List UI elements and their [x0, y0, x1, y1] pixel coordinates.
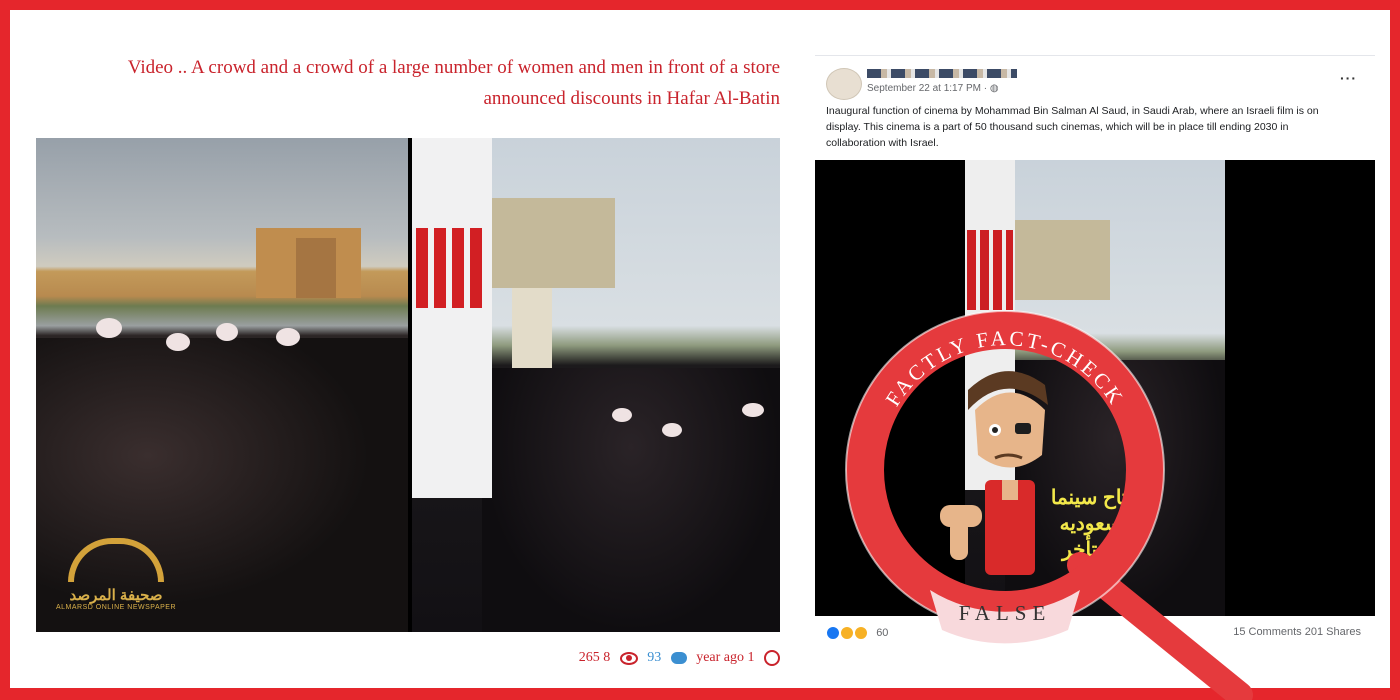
- blurred-author-name[interactable]: [867, 69, 1017, 78]
- clock-icon: [764, 650, 780, 666]
- logo-arc-icon: [68, 538, 164, 582]
- store-sign: [416, 228, 486, 308]
- comment-icon[interactable]: [670, 652, 687, 664]
- crowd: [482, 368, 780, 632]
- video-overlay-line-3: على تأخر: [1062, 539, 1138, 561]
- building-pillar: [480, 198, 615, 288]
- head: [96, 318, 122, 338]
- logo-english-text: ALMARSD ONLINE NEWSPAPER: [56, 604, 177, 611]
- head: [742, 403, 764, 417]
- head: [166, 333, 190, 351]
- comments-count[interactable]: 93: [647, 650, 661, 665]
- avatar[interactable]: [826, 68, 862, 100]
- globe-icon: ◍: [989, 83, 999, 94]
- building-pillar: [1005, 220, 1110, 300]
- post-video[interactable]: افتتاح سينما بالسعوديه على تأخر: [815, 160, 1375, 616]
- like-reaction-icon: [826, 626, 840, 640]
- views-count: 265 8: [578, 650, 611, 666]
- haha-reaction-icon: [840, 626, 855, 640]
- store-wall: [965, 160, 1015, 490]
- sad-reaction-icon: [854, 626, 869, 640]
- post-timestamp-text: September 22 at 1:17 PM ·: [867, 83, 990, 94]
- reaction-count: 60: [876, 626, 889, 639]
- reactions-summary[interactable]: 60: [826, 626, 888, 640]
- article-stats: 265 8 93 year ago 1: [540, 650, 780, 666]
- time-ago: year ago 1: [696, 650, 755, 666]
- article-video[interactable]: صحيفة المرصد ALMARSD ONLINE NEWSPAPER: [36, 138, 780, 632]
- head: [612, 408, 632, 422]
- store-wall: [412, 138, 492, 498]
- post-timestamp[interactable]: September 22 at 1:17 PM · ◍: [867, 83, 999, 94]
- article-title-line-1: Video .. A crowd and a crowd of a large …: [127, 57, 780, 78]
- head: [276, 328, 300, 346]
- head: [662, 423, 682, 437]
- almarsd-logo: صحيفة المرصد ALMARSD ONLINE NEWSPAPER: [56, 538, 176, 618]
- logo-arabic-text: صحيفة المرصد: [69, 587, 163, 604]
- more-options-icon[interactable]: ···: [1340, 70, 1357, 86]
- video-frame-left: صحيفة المرصد ALMARSD ONLINE NEWSPAPER: [36, 138, 408, 632]
- article-title: Video .. A crowd and a crowd of a large …: [60, 52, 780, 114]
- video-frame-right: [412, 138, 780, 632]
- video-overlay-line-2: بالسعوديه: [1059, 513, 1141, 535]
- store-sign: [967, 230, 1013, 310]
- article-title-line-2: announced discounts in Hafar Al-Batin: [483, 88, 780, 109]
- post-text: Inaugural function of cinema by Mohammad…: [826, 105, 1319, 149]
- comments-shares[interactable]: 15 Comments 201 Shares: [1233, 626, 1361, 638]
- video-overlay-text: افتتاح سينما بالسعوديه على تأخر: [1015, 485, 1185, 563]
- video-overlay-line-1: افتتاح سينما: [1050, 487, 1150, 509]
- head: [216, 323, 238, 341]
- building: [296, 238, 336, 298]
- eye-icon: [619, 651, 638, 665]
- facebook-post: September 22 at 1:17 PM · ◍ ··· Inaugura…: [815, 55, 1375, 656]
